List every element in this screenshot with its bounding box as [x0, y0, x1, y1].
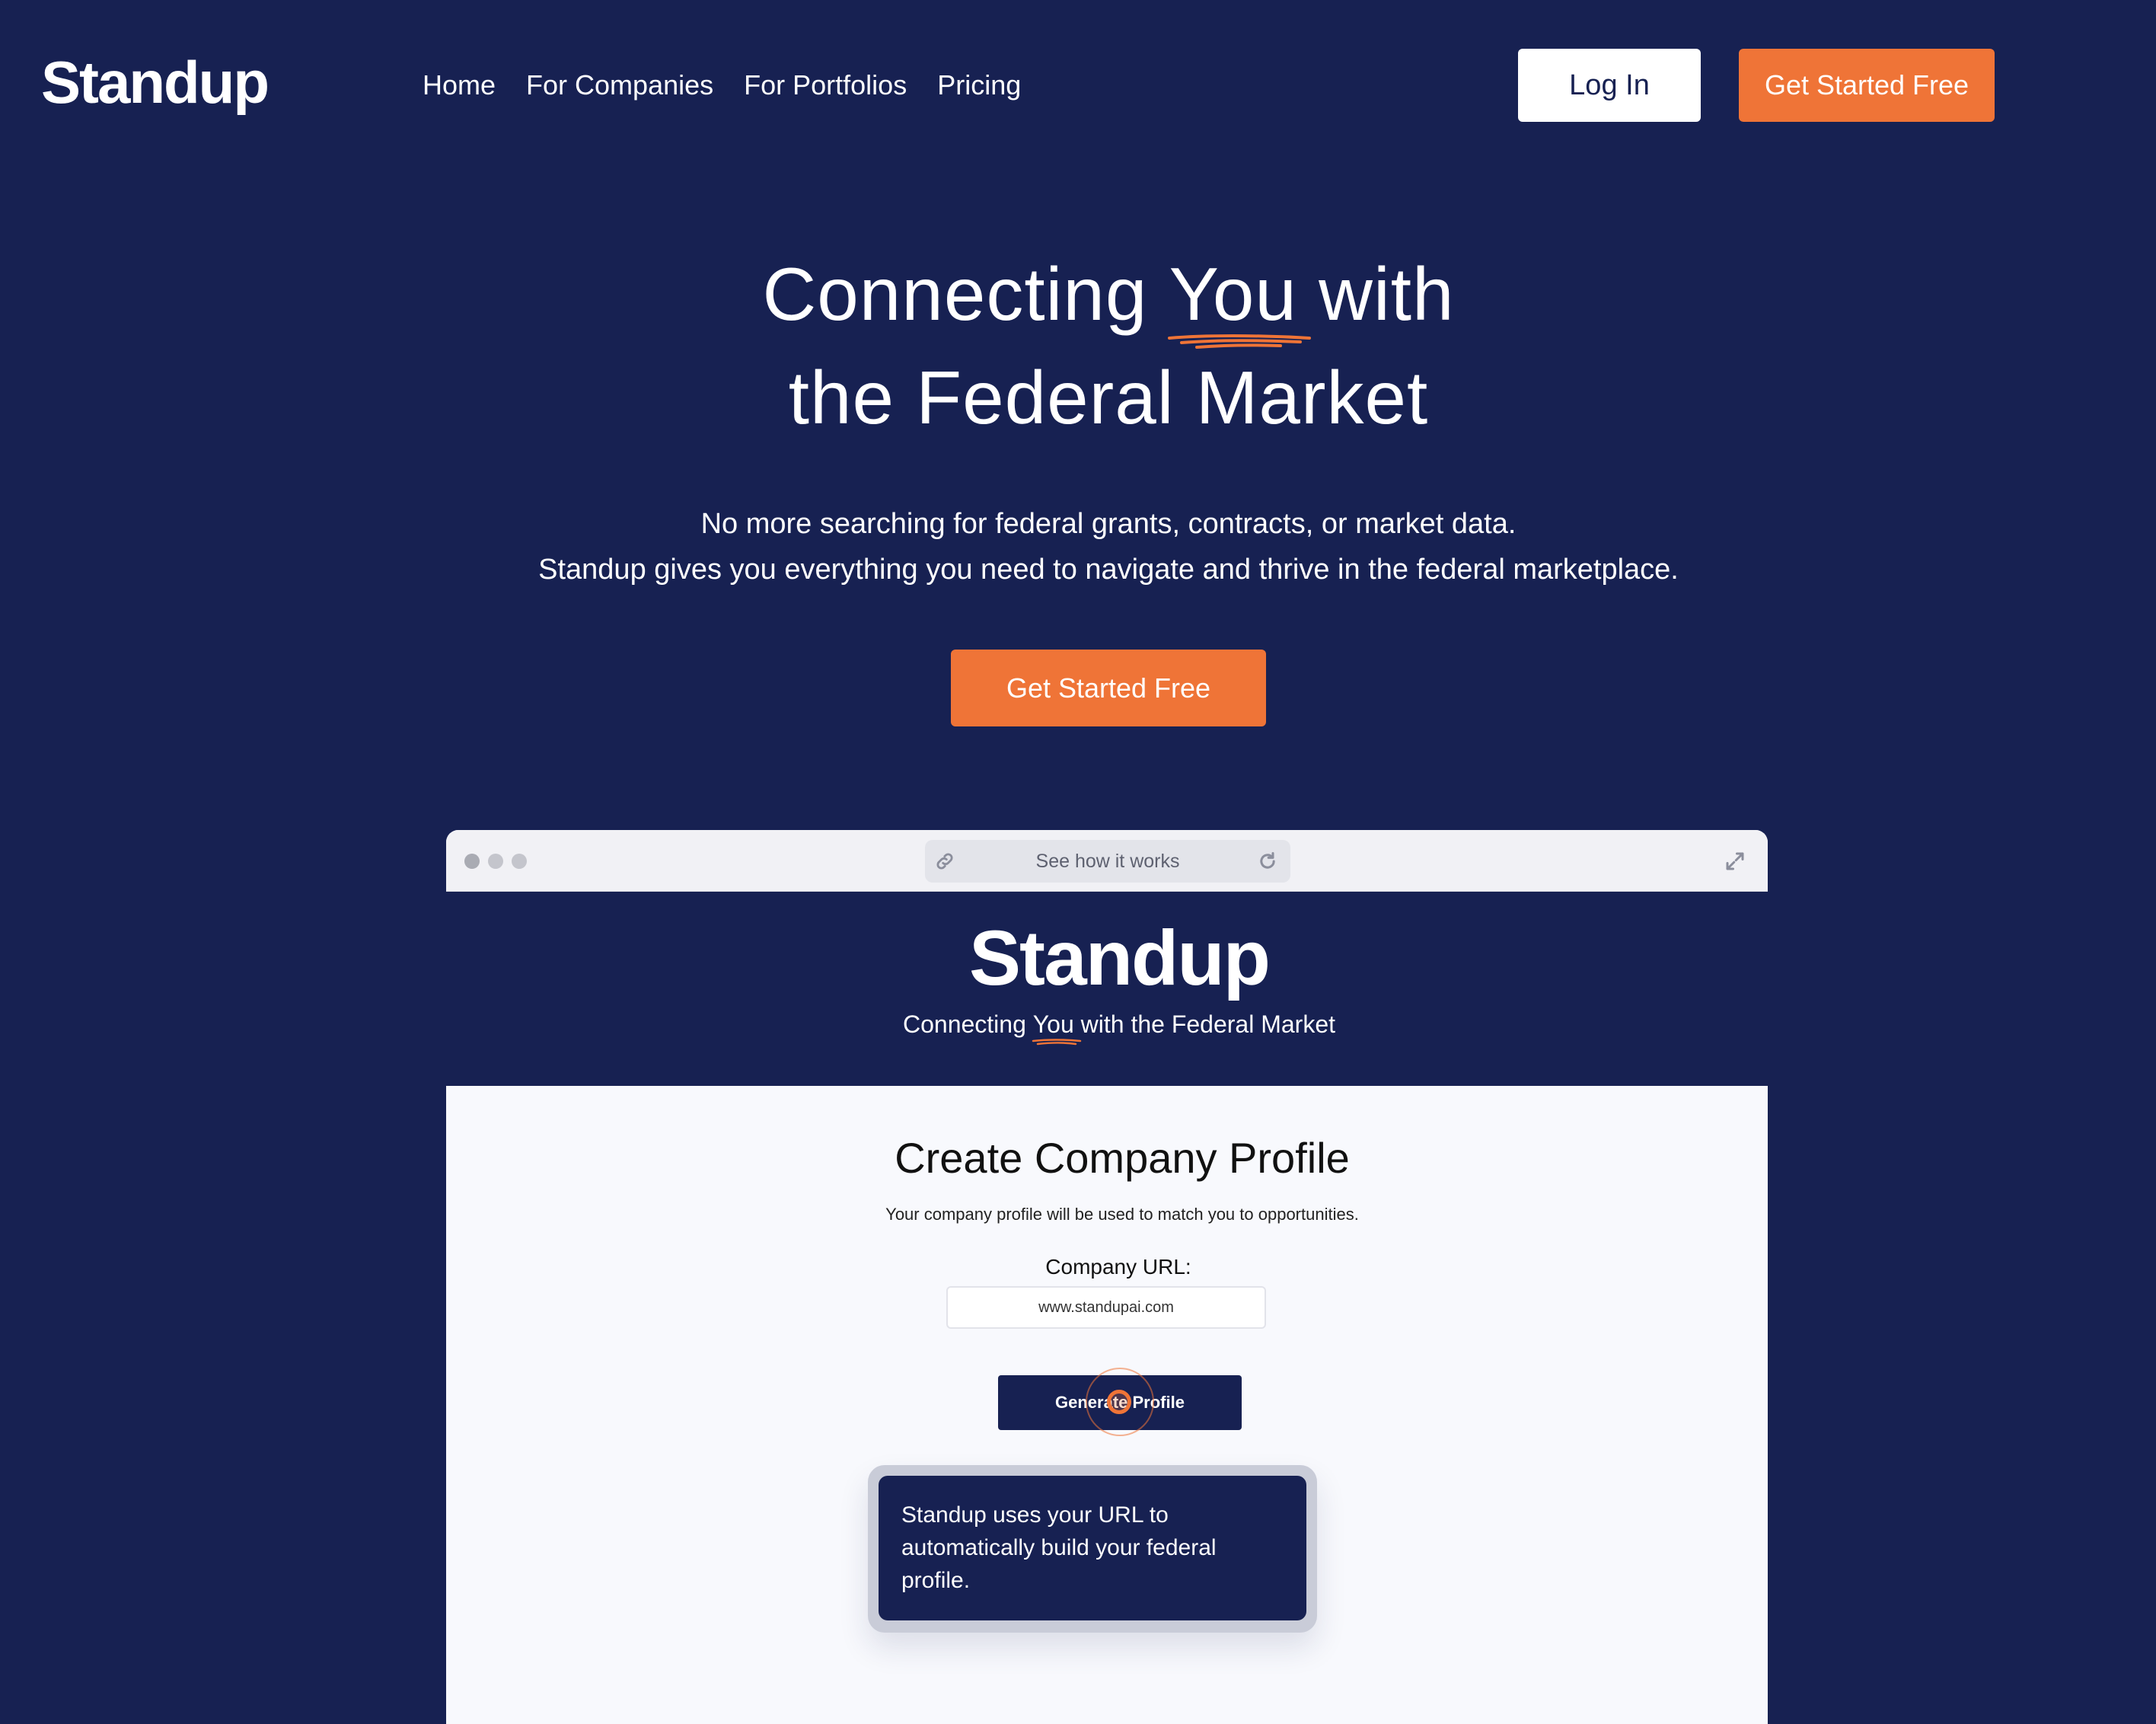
address-bar-text: See how it works	[1035, 851, 1180, 872]
hero-title-highlight: You	[1167, 242, 1311, 349]
demo-browser-window: See how it works Standup Connecting You …	[446, 830, 1768, 1724]
underline-squiggle-icon	[1032, 1039, 1082, 1046]
window-controls	[464, 854, 527, 869]
site-logo[interactable]: Standup	[41, 47, 270, 117]
demo-tagline-highlight-text: You	[1032, 1010, 1074, 1038]
reload-icon[interactable]	[1257, 851, 1278, 872]
hero-title-part2: with	[1296, 252, 1455, 336]
browser-chrome: See how it works	[446, 830, 1768, 892]
address-bar[interactable]: See how it works	[925, 840, 1290, 883]
nav-for-portfolios[interactable]: For Portfolios	[744, 64, 907, 107]
hero-subtitle-line1: No more searching for federal grants, co…	[700, 508, 1517, 540]
window-dot-icon	[464, 854, 480, 869]
demo-tagline-part2: with the Federal Market	[1073, 1010, 1336, 1038]
form-description: Your company profile will be used to mat…	[885, 1205, 1359, 1224]
nav-for-companies[interactable]: For Companies	[526, 64, 713, 107]
nav-pricing[interactable]: Pricing	[937, 64, 1021, 107]
hero-title: Connecting You with the Federal Market	[0, 242, 2156, 449]
landing-page: Standup Home For Companies For Portfolio…	[0, 0, 2156, 1724]
get-started-header-button[interactable]: Get Started Free	[1739, 49, 1995, 122]
window-dot-icon	[488, 854, 503, 869]
demo-app-logo: Standup	[969, 915, 1271, 1001]
underline-squiggle-icon	[1167, 334, 1311, 349]
form-title: Create Company Profile	[895, 1134, 1350, 1182]
tooltip-frame: Standup uses your URL to automatically b…	[868, 1465, 1317, 1633]
nav-home[interactable]: Home	[423, 64, 496, 107]
hero-subtitle-line2: Standup gives you everything you need to…	[538, 554, 1679, 586]
tooltip: Standup uses your URL to automatically b…	[879, 1476, 1306, 1620]
hero-subtitle: No more searching for federal grants, co…	[0, 501, 2156, 592]
cursor-icon	[1107, 1390, 1131, 1414]
company-url-label: Company URL:	[1045, 1255, 1191, 1279]
expand-icon[interactable]	[1724, 850, 1746, 873]
hero-title-line2: the Federal Market	[788, 356, 1429, 439]
window-dot-icon	[512, 854, 527, 869]
hero-title-part1: Connecting	[762, 252, 1169, 336]
get-started-hero-button[interactable]: Get Started Free	[951, 650, 1266, 726]
demo-tagline-part1: Connecting	[902, 1010, 1033, 1038]
main-nav: Home For Companies For Portfolios Pricin…	[423, 64, 1021, 107]
demo-tagline-highlight: You	[1032, 1007, 1082, 1046]
login-button[interactable]: Log In	[1518, 49, 1701, 122]
demo-app-tagline: Connecting You with the Federal Market	[446, 1007, 1768, 1046]
hero-title-highlight-text: You	[1169, 252, 1297, 336]
company-url-input[interactable]	[946, 1286, 1266, 1329]
